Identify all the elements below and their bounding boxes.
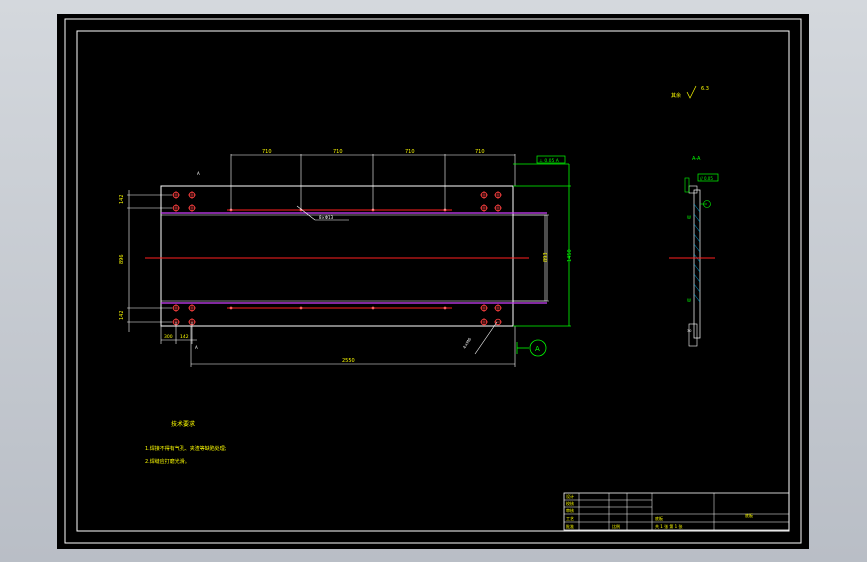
datum-a-marker: A bbox=[516, 339, 547, 357]
svg-text:审核: 审核 bbox=[566, 507, 574, 513]
top-dim-2: 710 bbox=[333, 149, 343, 155]
svg-text:W: W bbox=[687, 298, 691, 303]
svg-text:底板: 底板 bbox=[655, 515, 663, 521]
svg-text:比例: 比例 bbox=[612, 523, 620, 529]
svg-text:校核: 校核 bbox=[566, 500, 574, 506]
bottom-small-dim-2: 142 bbox=[180, 334, 189, 340]
left-dim-1: 142 bbox=[119, 194, 125, 204]
tech-item-1: 1.焊接不得有气孔、夹渣等缺陷处理; bbox=[145, 445, 227, 452]
title-block: 设计 校核 审核 工艺 批准 比例 底板 共 1 张 第 1 张 底板 bbox=[563, 492, 790, 531]
left-dim-3: 142 bbox=[119, 310, 125, 320]
top-dim-1: 710 bbox=[262, 149, 272, 155]
svg-text:W: W bbox=[687, 215, 691, 220]
left-dim-2: 896 bbox=[119, 254, 125, 264]
tech-item-2: 2.焊缝应打磨光滑。 bbox=[145, 458, 190, 465]
svg-text:底板: 底板 bbox=[745, 512, 753, 518]
slot-markers bbox=[229, 208, 447, 310]
svg-text:// 0.05: // 0.05 bbox=[700, 176, 713, 181]
svg-text:6.3: 6.3 bbox=[701, 86, 709, 92]
left-dimension-chain bbox=[127, 190, 172, 332]
section-view-a-a: A-A // 0.05 W W 30 bbox=[669, 156, 719, 347]
right-inner-dim: 893 bbox=[543, 252, 549, 262]
drawing-sheet: 710 710 710 710 142 896 142 300 142 2550 bbox=[57, 14, 809, 549]
top-dimension-chain bbox=[230, 154, 516, 210]
hole-callout: 8×Φ13 bbox=[319, 215, 334, 220]
svg-text:工艺: 工艺 bbox=[566, 516, 574, 521]
tech-title: 技术要求 bbox=[171, 420, 195, 428]
plate-outline bbox=[160, 185, 514, 327]
bottom-small-dim-1: 300 bbox=[164, 334, 173, 340]
inner-frame bbox=[76, 30, 790, 532]
right-outer-dim: 1450 bbox=[567, 249, 573, 262]
bottom-dim: 2550 bbox=[342, 358, 355, 364]
bottom-small-dimensions bbox=[160, 322, 197, 344]
svg-text:⊥ 0.05 A: ⊥ 0.05 A bbox=[539, 158, 560, 164]
top-dim-3: 710 bbox=[405, 149, 415, 155]
edge-note: 4×M6 bbox=[462, 336, 473, 349]
technical-requirements: 技术要求 1.焊接不得有气孔、夹渣等缺陷处理; 2.焊缝应打磨光滑。 bbox=[145, 420, 227, 465]
right-outer-dimension bbox=[513, 163, 571, 327]
svg-text:批准: 批准 bbox=[566, 523, 574, 529]
svg-text:A: A bbox=[195, 345, 198, 350]
view-mark: A bbox=[197, 171, 200, 176]
svg-text:设计: 设计 bbox=[566, 493, 574, 499]
svg-text:共 1 张 第 1 张: 共 1 张 第 1 张 bbox=[655, 523, 682, 529]
top-dim-4: 710 bbox=[475, 149, 485, 155]
svg-text:其余: 其余 bbox=[671, 92, 681, 99]
svg-text:A: A bbox=[535, 345, 540, 353]
section-title: A-A bbox=[692, 156, 701, 162]
cad-drawing: 710 710 710 710 142 896 142 300 142 2550 bbox=[64, 18, 802, 544]
svg-text:30: 30 bbox=[687, 329, 691, 333]
roughness-note: 其余 6.3 bbox=[671, 85, 709, 99]
plate-view bbox=[145, 185, 548, 327]
